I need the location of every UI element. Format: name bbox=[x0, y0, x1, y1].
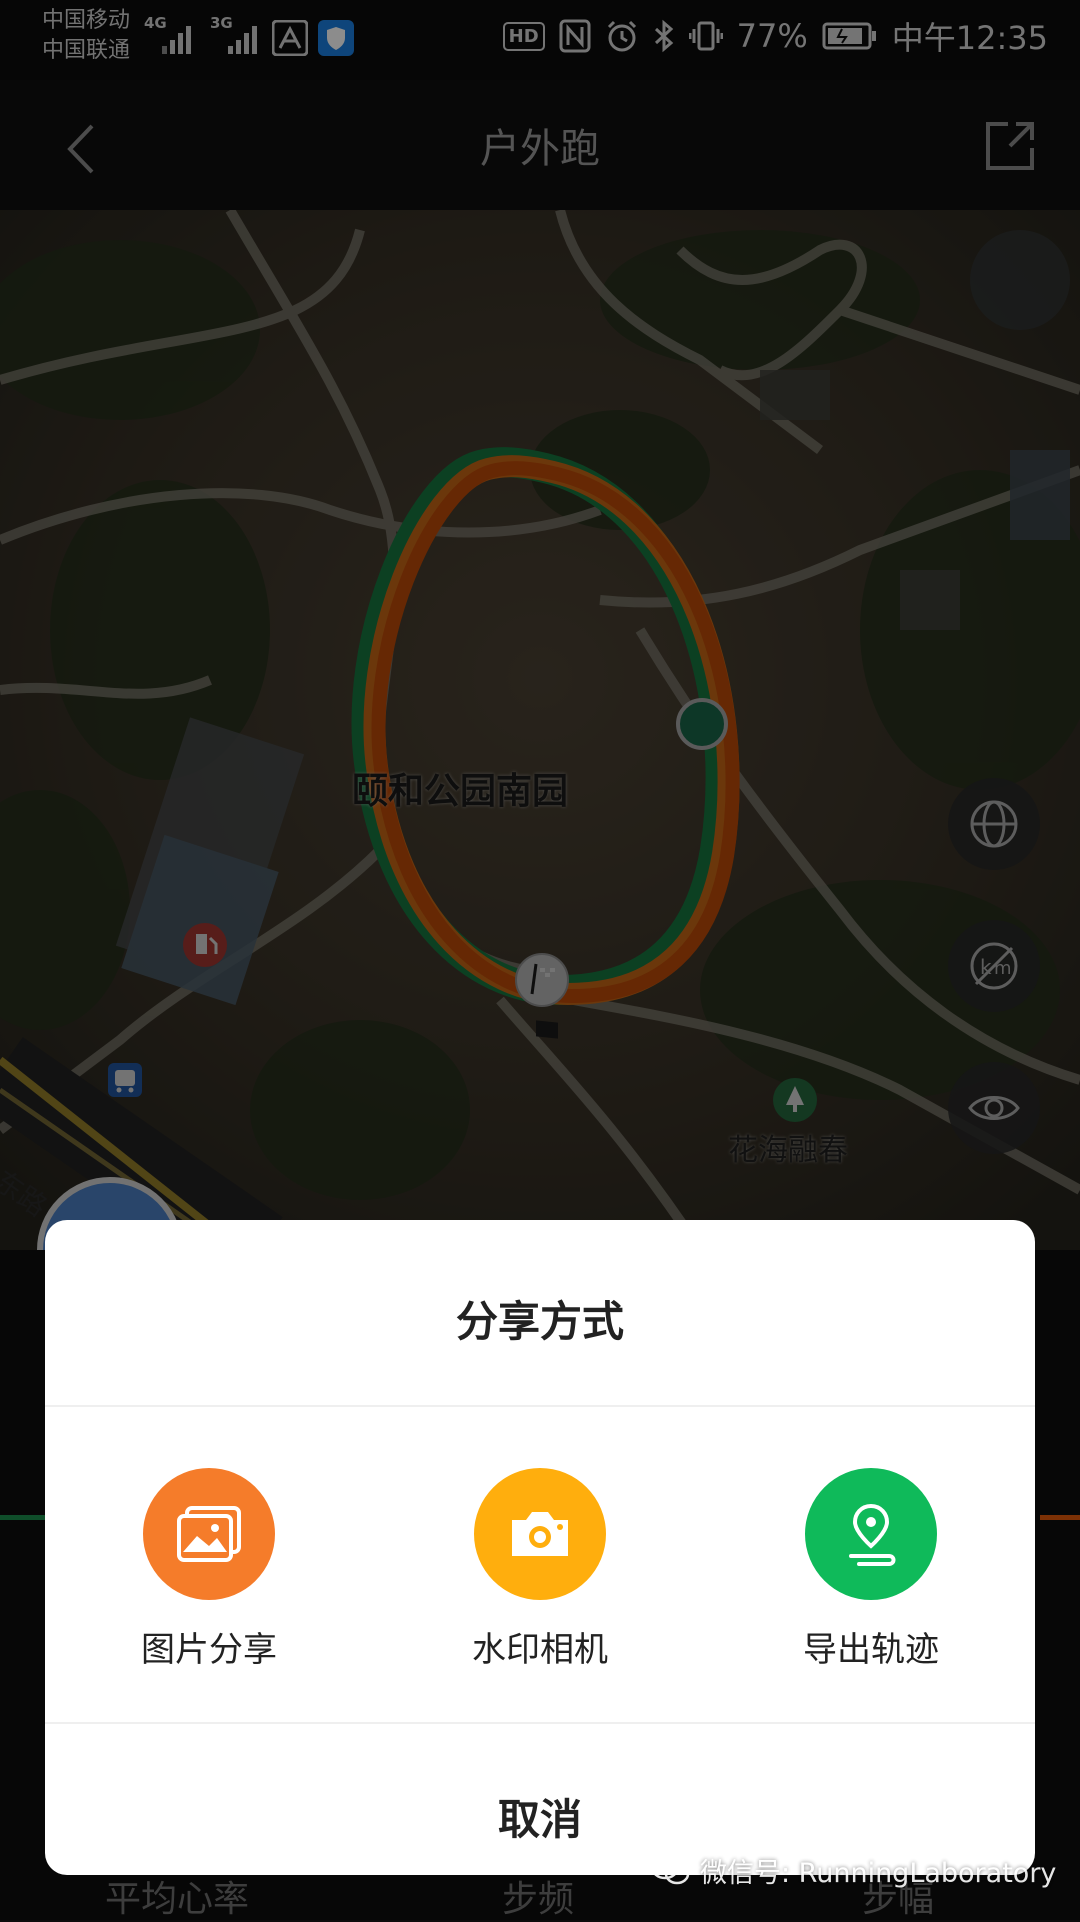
option-watermark-camera[interactable]: 水印相机 bbox=[440, 1468, 640, 1671]
location-route-icon bbox=[805, 1468, 937, 1600]
wechat-icon bbox=[650, 1854, 690, 1885]
dialog-title: 分享方式 bbox=[455, 1297, 624, 1346]
option-label: 导出轨迹 bbox=[803, 1630, 939, 1670]
option-label: 图片分享 bbox=[141, 1630, 277, 1670]
option-label: 水印相机 bbox=[472, 1630, 608, 1670]
option-export-track[interactable]: 导出轨迹 bbox=[771, 1468, 971, 1671]
divider bbox=[45, 1405, 1035, 1407]
watermark-text: 微信号: RunningLaboratory bbox=[700, 1857, 1057, 1889]
image-share-icon bbox=[143, 1468, 275, 1600]
divider bbox=[45, 1722, 1035, 1724]
wechat-watermark: 微信号: RunningLaboratory bbox=[650, 1848, 1056, 1892]
camera-icon bbox=[474, 1468, 606, 1600]
option-image-share[interactable]: 图片分享 bbox=[109, 1468, 309, 1671]
share-dialog: 分享方式 图片分享 水印相机 导出轨迹 取消 bbox=[45, 1220, 1035, 1875]
